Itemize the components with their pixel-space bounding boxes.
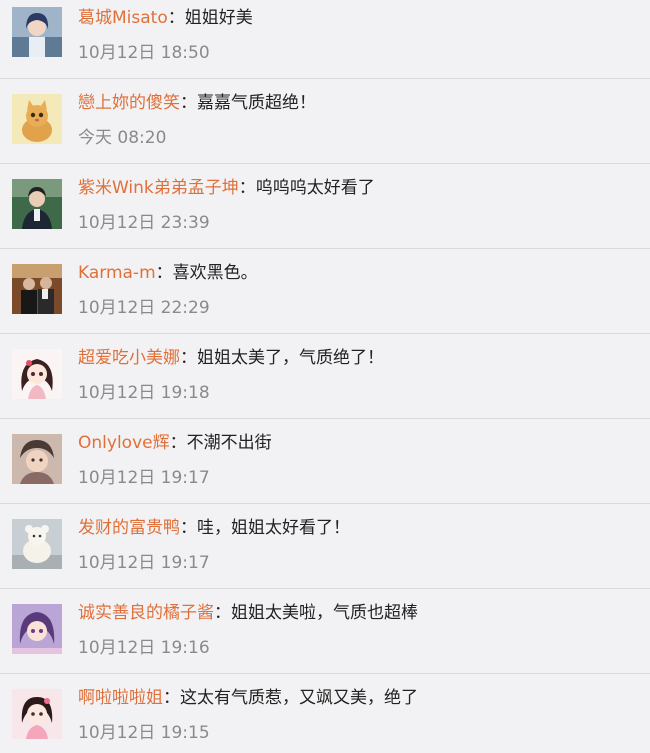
comment-item: Onlylove辉：不潮不出街 10月12日 19:17 — [0, 419, 650, 504]
avatar-icon[interactable] — [12, 7, 62, 57]
username-link[interactable]: 葛城Misato — [78, 8, 168, 28]
comment-item: 诚实善良的橘子酱：姐姐太美啦，气质也超棒 10月12日 19:16 — [0, 589, 650, 674]
comment-line: Onlylove辉：不潮不出街 — [78, 432, 272, 454]
timestamp: 10月12日 19:15 — [78, 723, 210, 743]
separator: ： — [238, 178, 256, 198]
avatar-icon[interactable] — [12, 264, 62, 314]
separator: ： — [180, 348, 197, 368]
timestamp: 10月12日 19:17 — [78, 553, 210, 573]
separator: ： — [167, 8, 185, 28]
username-link[interactable]: 超爱吃小美娜 — [78, 348, 180, 368]
timestamp: 10月12日 19:17 — [78, 468, 210, 488]
comment-text: 不潮不出街 — [186, 433, 272, 453]
comment-line: 发财的富贵鸭：哇，姐姐太好看了！ — [78, 517, 350, 539]
comment-list: 葛城Misato：姐姐好美 10月12日 18:50 戀上妳的傻笑：嘉嘉气质超绝… — [0, 0, 650, 753]
comment-text: 哇，姐姐太好看了！ — [197, 518, 350, 538]
comment-text: 喜欢黑色。 — [172, 263, 258, 283]
timestamp: 10月12日 19:16 — [78, 638, 210, 658]
timestamp: 10月12日 23:39 — [78, 213, 210, 233]
username-link[interactable]: 啊啦啦啦姐 — [78, 688, 163, 708]
comment-line: Karma-m：喜欢黑色。 — [78, 262, 258, 284]
comment-item: 超爱吃小美娜：姐姐太美了，气质绝了！ 10月12日 19:18 — [0, 334, 650, 419]
comment-text: 嘉嘉气质超绝！ — [197, 93, 316, 113]
timestamp: 10月12日 19:18 — [78, 383, 210, 403]
comment-text: 呜呜呜太好看了 — [255, 178, 375, 198]
separator: ： — [214, 603, 231, 623]
comment-item: 戀上妳的傻笑：嘉嘉气质超绝！ 今天 08:20 — [0, 79, 650, 164]
comment-item: 紫米Wink弟弟孟子坤：呜呜呜太好看了 10月12日 23:39 — [0, 164, 650, 249]
comment-text: 姐姐好美 — [184, 8, 253, 28]
comment-text: 姐姐太美啦，气质也超棒 — [231, 603, 418, 623]
timestamp: 10月12日 18:50 — [78, 43, 210, 63]
avatar-icon[interactable] — [12, 519, 62, 569]
separator: ： — [163, 688, 180, 708]
comment-text: 姐姐太美了，气质绝了！ — [197, 348, 384, 368]
username-link[interactable]: 诚实善良的橘子酱 — [78, 603, 214, 623]
comment-item: 发财的富贵鸭：哇，姐姐太好看了！ 10月12日 19:17 — [0, 504, 650, 589]
comment-line: 紫米Wink弟弟孟子坤：呜呜呜太好看了 — [78, 177, 375, 199]
comment-line: 葛城Misato：姐姐好美 — [78, 7, 253, 29]
separator: ： — [155, 263, 173, 283]
timestamp: 10月12日 22:29 — [78, 298, 210, 318]
avatar-icon[interactable] — [12, 604, 62, 654]
avatar-icon[interactable] — [12, 689, 62, 739]
username-link[interactable]: Karma-m — [78, 263, 156, 283]
separator: ： — [180, 518, 197, 538]
timestamp: 今天 08:20 — [78, 128, 167, 148]
avatar-icon[interactable] — [12, 179, 62, 229]
comment-line: 戀上妳的傻笑：嘉嘉气质超绝！ — [78, 92, 316, 114]
username-link[interactable]: 发财的富贵鸭 — [78, 518, 180, 538]
username-link[interactable]: Onlylove辉 — [78, 433, 170, 453]
avatar-icon[interactable] — [12, 349, 62, 399]
avatar-icon[interactable] — [12, 94, 62, 144]
separator: ： — [180, 93, 197, 113]
comment-text: 这太有气质惹，又飒又美，绝了 — [180, 688, 418, 708]
comment-item: Karma-m：喜欢黑色。 10月12日 22:29 — [0, 249, 650, 334]
separator: ： — [169, 433, 187, 453]
avatar-icon[interactable] — [12, 434, 62, 484]
comment-line: 诚实善良的橘子酱：姐姐太美啦，气质也超棒 — [78, 602, 418, 624]
comment-item: 啊啦啦啦姐：这太有气质惹，又飒又美，绝了 10月12日 19:15 — [0, 674, 650, 753]
comment-line: 超爱吃小美娜：姐姐太美了，气质绝了！ — [78, 347, 384, 369]
comment-item: 葛城Misato：姐姐好美 10月12日 18:50 — [0, 0, 650, 79]
comment-line: 啊啦啦啦姐：这太有气质惹，又飒又美，绝了 — [78, 687, 418, 709]
username-link[interactable]: 紫米Wink弟弟孟子坤 — [78, 178, 239, 198]
username-link[interactable]: 戀上妳的傻笑 — [78, 93, 180, 113]
